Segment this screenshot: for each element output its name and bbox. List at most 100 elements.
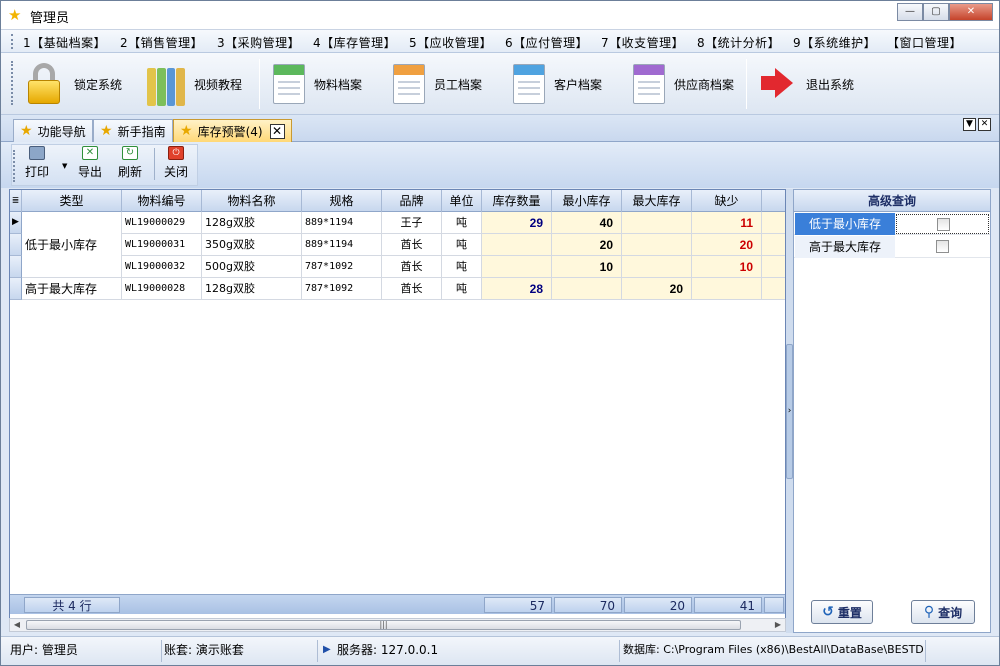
horizontal-scrollbar[interactable]: ◀ ||| ▶ (9, 618, 786, 632)
tab-strip: ★ 功能导航 ★ 新手指南 ★ 库存预警(4) ✕ ▼ ✕ (1, 115, 999, 142)
lock-system-button[interactable]: 锁定系统 (25, 59, 122, 109)
tab-function-nav[interactable]: ★ 功能导航 (13, 119, 93, 142)
above-max-checkbox[interactable] (936, 240, 949, 253)
row-count: 共 4 行 (24, 597, 120, 613)
customer-files-label: 客户档案 (554, 77, 603, 92)
filter-below-min-label: 低于最小库存 (795, 213, 895, 235)
export-label: 导出 (78, 165, 103, 179)
cell-max (622, 212, 692, 234)
menu-inventory[interactable]: 4【库存管理】 (313, 34, 396, 51)
row-selector[interactable] (10, 256, 22, 278)
menu-sales[interactable]: 2【销售管理】 (120, 34, 203, 51)
panel-splitter[interactable]: › (786, 189, 793, 633)
cell-spec: 889*1194 (302, 212, 382, 234)
menu-purchase[interactable]: 3【采购管理】 (217, 34, 300, 51)
cell-max (622, 234, 692, 256)
query-button[interactable]: ⚲ 查询 (911, 600, 975, 624)
reset-button[interactable]: ↺ 重置 (811, 600, 873, 624)
col-spec[interactable]: 规格 (302, 190, 382, 212)
status-database: 数据库: C:\Program Files (x86)\BestAll\Data… (623, 643, 923, 656)
col-max-stock[interactable]: 最大库存 (622, 190, 692, 212)
cell-filler (762, 212, 785, 234)
status-divider (161, 640, 162, 662)
cell-max: 20 (622, 278, 692, 300)
exit-arrow-icon (757, 62, 797, 106)
cell-stock: 29 (482, 212, 552, 234)
filter-below-min-cell[interactable] (896, 214, 989, 234)
col-shortage[interactable]: 缺少 (692, 190, 762, 212)
tab-list-dropdown-icon[interactable]: ▼ (963, 118, 976, 131)
video-tutorial-button[interactable]: 视频教程 (145, 59, 242, 109)
menu-cashflow[interactable]: 7【收支管理】 (601, 34, 684, 51)
status-divider (925, 640, 926, 662)
minimize-button[interactable]: — (897, 3, 923, 21)
filter-above-max[interactable]: 高于最大库存 (794, 236, 990, 258)
row-selector-active[interactable]: ▶ (10, 212, 22, 234)
col-material-code[interactable]: 物料编号 (122, 190, 202, 212)
grid-toolbar-grip (13, 150, 16, 182)
cell-stock (482, 256, 552, 278)
customer-files-button[interactable]: 客户档案 (513, 59, 602, 109)
close-all-tabs-icon[interactable]: ✕ (978, 118, 991, 131)
tab-beginner-guide[interactable]: ★ 新手指南 (93, 119, 173, 142)
lock-icon (25, 62, 65, 106)
cell-filler (762, 256, 785, 278)
cell-brand: 酋长 (382, 278, 442, 300)
col-unit[interactable]: 单位 (442, 190, 482, 212)
material-files-button[interactable]: 物料档案 (273, 59, 362, 109)
tab-label: 库存预警(4) (197, 124, 263, 139)
print-button[interactable]: 打印 ▼ (25, 146, 67, 180)
row-selector[interactable] (10, 234, 22, 256)
cell-min: 10 (552, 256, 622, 278)
menu-statistics[interactable]: 8【统计分析】 (697, 34, 780, 51)
col-brand[interactable]: 品牌 (382, 190, 442, 212)
cell-code: WL19000028 (122, 278, 202, 300)
row-selector[interactable] (10, 278, 22, 300)
collapse-panel-icon[interactable]: › (786, 344, 793, 479)
supplier-files-label: 供应商档案 (674, 77, 735, 92)
grid-menu-icon[interactable]: ≣ (10, 190, 22, 212)
status-server: 服务器: 127.0.0.1 (337, 643, 439, 657)
refresh-button[interactable]: ↻ 刷新 (118, 146, 142, 180)
grid-body: ▶ 低于最小库存 高于最大库存 WL19000029 128g双胶 889*11… (10, 212, 785, 594)
close-grid-button[interactable]: ⏻ 关闭 (164, 146, 188, 180)
refresh-label: 刷新 (118, 165, 143, 179)
tab-stock-warning[interactable]: ★ 库存预警(4) ✕ (173, 119, 292, 142)
scroll-left-icon[interactable]: ◀ (10, 619, 24, 631)
menu-receivable[interactable]: 5【应收管理】 (409, 34, 492, 51)
lock-system-label: 锁定系统 (74, 77, 123, 92)
print-dropdown-icon[interactable]: ▼ (62, 162, 67, 170)
refresh-icon: ↻ (122, 146, 138, 160)
menu-window[interactable]: 【窗口管理】 (887, 34, 962, 51)
col-stock-qty[interactable]: 库存数量 (482, 190, 552, 212)
exit-system-button[interactable]: 退出系统 (757, 59, 854, 109)
exit-system-label: 退出系统 (806, 77, 855, 92)
col-type[interactable]: 类型 (22, 190, 122, 212)
maximize-button[interactable]: ▢ (923, 3, 949, 21)
power-icon: ⏻ (168, 146, 184, 160)
toolbar-separator (746, 59, 747, 109)
status-account: 账套: 演示账套 (164, 643, 244, 657)
reset-label: 重置 (837, 605, 862, 620)
supplier-files-button[interactable]: 供应商档案 (633, 59, 734, 109)
scroll-right-icon[interactable]: ▶ (771, 619, 785, 631)
menu-system[interactable]: 9【系统维护】 (793, 34, 876, 51)
scroll-thumb[interactable]: ||| (26, 620, 741, 630)
sum-short: 41 (694, 597, 762, 613)
magnifier-icon: ⚲ (923, 604, 935, 620)
menu-payable[interactable]: 6【应付管理】 (505, 34, 588, 51)
tab-label: 新手指南 (117, 124, 166, 139)
filter-below-min[interactable]: 低于最小库存 (794, 213, 990, 235)
col-material-name[interactable]: 物料名称 (202, 190, 302, 212)
col-min-stock[interactable]: 最小库存 (552, 190, 622, 212)
export-button[interactable]: ✕ 导出 (78, 146, 102, 180)
cell-unit: 吨 (442, 278, 482, 300)
menu-basic-files[interactable]: 1【基础档案】 (23, 34, 106, 51)
books-icon (145, 62, 185, 106)
employee-files-button[interactable]: 员工档案 (393, 59, 482, 109)
main-toolbar: 锁定系统 视频教程 物料档案 员工档案 客户档案 供应商档案 退出系统 (1, 53, 999, 115)
close-window-button[interactable]: ✕ (949, 3, 993, 21)
close-tab-icon[interactable]: ✕ (269, 123, 285, 139)
filter-above-max-cell[interactable] (896, 237, 989, 257)
below-min-checkbox[interactable] (937, 218, 950, 231)
